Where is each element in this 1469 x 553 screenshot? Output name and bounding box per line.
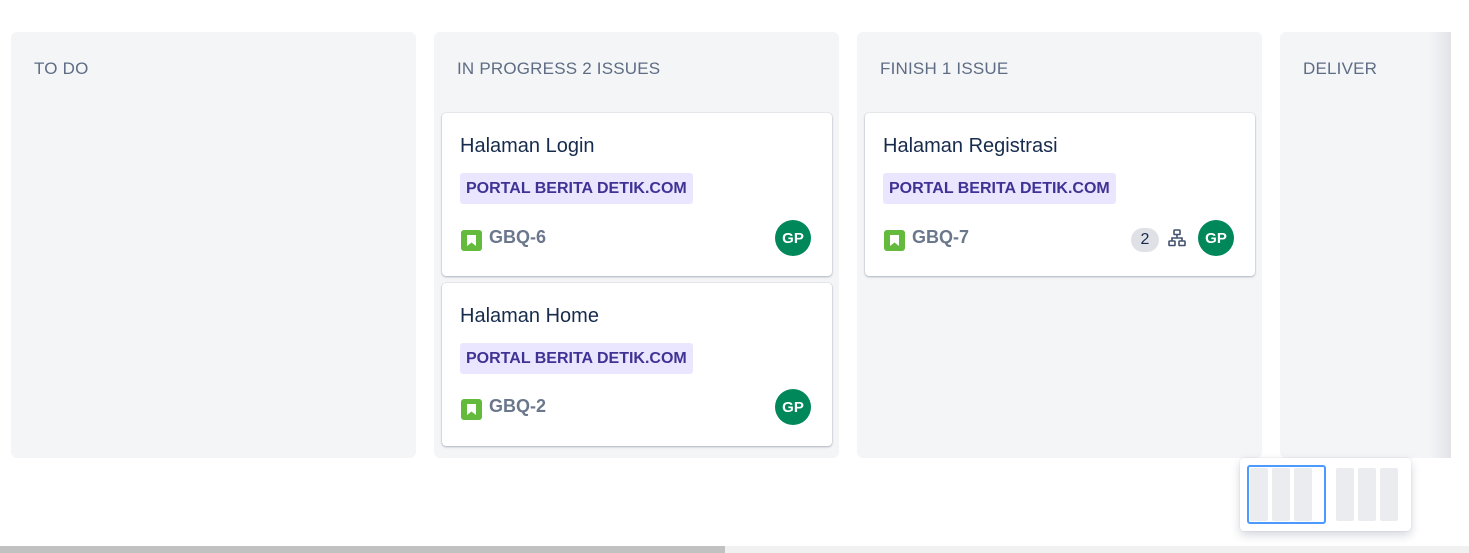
assignee-avatar[interactable]: GP — [1198, 220, 1234, 256]
column-in-progress: IN PROGRESS 2 ISSUES Halaman Login PORTA… — [434, 32, 839, 458]
board-minimap[interactable] — [1240, 458, 1411, 531]
card-summary: Halaman Home — [460, 305, 599, 327]
column-finish: FINISH 1 ISSUE Halaman Registrasi PORTAL… — [857, 32, 1262, 458]
issue-key-link[interactable]: GBQ-2 — [489, 396, 546, 417]
minimap-viewport[interactable] — [1247, 465, 1326, 524]
issue-key-link[interactable]: GBQ-6 — [489, 227, 546, 248]
column-to-do: TO DO — [11, 32, 416, 458]
minimap-column — [1358, 468, 1376, 521]
card-summary: Halaman Registrasi — [883, 135, 1058, 157]
story-bookmark-icon — [461, 399, 482, 420]
issue-card-gbq-7[interactable]: Halaman Registrasi PORTAL BERITA DETIK.C… — [865, 113, 1255, 276]
column-deliver: DELIVER — [1280, 32, 1451, 458]
issue-key-link[interactable]: GBQ-7 — [912, 227, 969, 248]
story-bookmark-icon — [461, 230, 482, 251]
epic-lozenge[interactable]: PORTAL BERITA DETIK.COM — [460, 343, 693, 374]
minimap-column — [1380, 468, 1398, 521]
horizontal-scrollbar[interactable] — [0, 546, 1469, 553]
issue-card-gbq-2[interactable]: Halaman Home PORTAL BERITA DETIK.COM GBQ… — [442, 283, 832, 446]
column-header-deliver: DELIVER — [1303, 59, 1378, 78]
card-summary: Halaman Login — [460, 135, 595, 157]
subtask-count-badge: 2 — [1131, 228, 1159, 252]
assignee-avatar[interactable]: GP — [775, 220, 811, 256]
minimap-column — [1336, 468, 1354, 521]
subtasks-icon[interactable] — [1167, 228, 1187, 248]
story-bookmark-icon — [884, 230, 905, 251]
epic-lozenge[interactable]: PORTAL BERITA DETIK.COM — [460, 173, 693, 204]
assignee-avatar[interactable]: GP — [775, 389, 811, 425]
epic-lozenge[interactable]: PORTAL BERITA DETIK.COM — [883, 173, 1116, 204]
column-header-in-progress: IN PROGRESS 2 ISSUES — [457, 59, 661, 78]
column-header-finish: FINISH 1 ISSUE — [880, 59, 1009, 78]
column-header-to-do: TO DO — [34, 59, 89, 78]
issue-card-gbq-6[interactable]: Halaman Login PORTAL BERITA DETIK.COM GB… — [442, 113, 832, 276]
kanban-board: TO DO IN PROGRESS 2 ISSUES Halaman Login… — [0, 0, 1469, 553]
horizontal-scrollbar-thumb[interactable] — [0, 546, 725, 553]
